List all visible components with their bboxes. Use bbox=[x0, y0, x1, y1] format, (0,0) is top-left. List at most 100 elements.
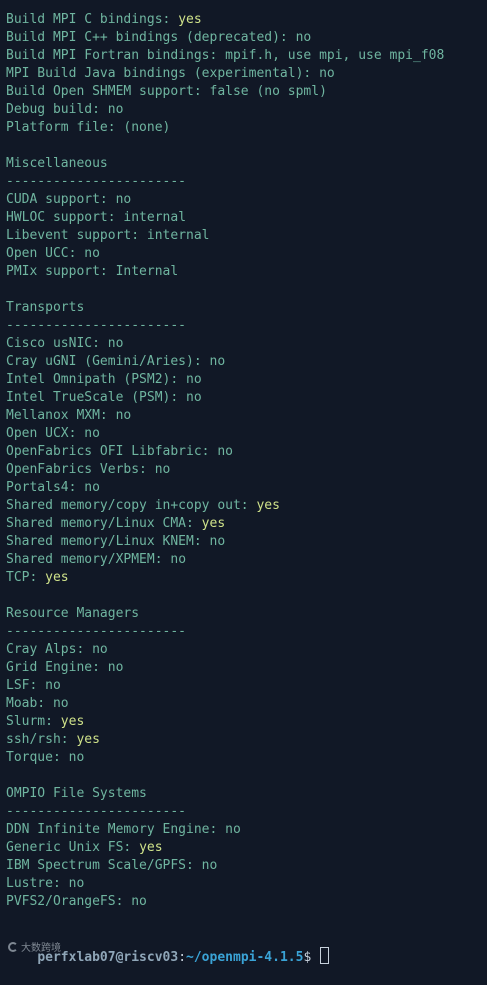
config-label: Mellanox MXM: bbox=[6, 408, 116, 423]
config-label: Build Open SHMEM support: bbox=[6, 84, 210, 99]
config-line: Shared memory/copy in+copy out: yes bbox=[6, 497, 487, 515]
config-label: PVFS2/OrangeFS: bbox=[6, 894, 132, 909]
config-label: MPI Build Java bindings (experimental): bbox=[6, 66, 320, 81]
section-header: Resource Managers bbox=[6, 606, 140, 621]
config-label: Open UCX: bbox=[6, 426, 85, 441]
config-value: internal bbox=[123, 210, 187, 225]
config-line: TCP: yes bbox=[6, 569, 487, 587]
section-divider: ----------------------- bbox=[6, 318, 187, 333]
config-line: Torque: no bbox=[6, 749, 487, 767]
config-line: Debug build: no bbox=[6, 101, 487, 119]
config-value: yes bbox=[76, 732, 100, 747]
config-value: no bbox=[186, 390, 202, 405]
config-line: DDN Infinite Memory Engine: no bbox=[6, 821, 487, 839]
section-divider: ----------------------- bbox=[6, 804, 187, 819]
config-line: Grid Engine: no bbox=[6, 659, 487, 677]
prompt-path: ~/openmpi-4.1.5 bbox=[186, 950, 304, 965]
config-label: Intel Omnipath (PSM2): bbox=[6, 372, 187, 387]
section-header: Transports bbox=[6, 300, 85, 315]
config-line: Cisco usNIC: no bbox=[6, 335, 487, 353]
config-line: Build MPI C++ bindings (deprecated): no bbox=[6, 29, 487, 47]
config-line: Generic Unix FS: yes bbox=[6, 839, 487, 857]
config-line: Intel Omnipath (PSM2): no bbox=[6, 371, 487, 389]
config-line: Moab: no bbox=[6, 695, 487, 713]
config-line: Platform file: (none) bbox=[6, 119, 487, 137]
config-label: DDN Infinite Memory Engine: bbox=[6, 822, 226, 837]
config-value: yes bbox=[201, 516, 226, 531]
config-value: mpif.h, use mpi, use mpi_f08 bbox=[225, 48, 445, 63]
config-line: PMIx support: Internal bbox=[6, 263, 487, 281]
config-value: no bbox=[68, 750, 85, 765]
config-line: Mellanox MXM: no bbox=[6, 407, 487, 425]
config-value: no bbox=[107, 102, 124, 117]
config-line: Slurm: yes bbox=[6, 713, 487, 731]
config-line: Intel TrueScale (PSM): no bbox=[6, 389, 487, 407]
config-label: CUDA support: bbox=[6, 192, 116, 207]
config-value: no bbox=[209, 534, 226, 549]
config-value: no bbox=[170, 552, 187, 567]
config-label: Cisco usNIC: bbox=[6, 336, 108, 351]
config-value: no bbox=[68, 876, 85, 891]
config-label: Debug build: bbox=[6, 102, 108, 117]
section-divider: ----------------------- bbox=[6, 174, 187, 189]
config-label: Cray Alps: bbox=[6, 642, 93, 657]
config-label: Torque: bbox=[6, 750, 69, 765]
config-value: yes bbox=[256, 498, 280, 513]
config-line: PVFS2/OrangeFS: no bbox=[6, 893, 487, 911]
config-value: no bbox=[84, 246, 100, 261]
config-value: no bbox=[115, 192, 132, 207]
config-label: IBM Spectrum Scale/GPFS: bbox=[6, 858, 202, 873]
config-line: CUDA support: no bbox=[6, 191, 487, 209]
section-divider: ----------------------- bbox=[6, 624, 187, 639]
config-label: Shared memory/Linux KNEM: bbox=[6, 534, 210, 549]
config-line: IBM Spectrum Scale/GPFS: no bbox=[6, 857, 487, 875]
config-label: Intel TrueScale (PSM): bbox=[6, 390, 187, 405]
config-label: Grid Engine: bbox=[6, 660, 108, 675]
config-label: OpenFabrics Verbs: bbox=[6, 462, 155, 477]
config-line: Build Open SHMEM support: false (no spml… bbox=[6, 83, 487, 101]
config-label: Build MPI C bindings: bbox=[6, 12, 179, 27]
config-line: Libevent support: internal bbox=[6, 227, 487, 245]
config-label: Moab: bbox=[6, 696, 53, 711]
config-line: MPI Build Java bindings (experimental): … bbox=[6, 65, 487, 83]
text-cursor[interactable] bbox=[320, 947, 330, 964]
config-label: PMIx support: bbox=[6, 264, 116, 279]
config-label: Cray uGNI (Gemini/Aries): bbox=[6, 354, 210, 369]
config-line: Open UCC: no bbox=[6, 245, 487, 263]
config-line: Build MPI C bindings: yes bbox=[6, 11, 487, 29]
config-value: yes bbox=[178, 12, 202, 27]
config-value: no bbox=[131, 894, 147, 909]
config-line: Portals4: no bbox=[6, 479, 487, 497]
terminal-window[interactable]: Build MPI C bindings: yes Build MPI C++ b… bbox=[0, 0, 487, 965]
config-value: no bbox=[217, 444, 233, 459]
config-label: Shared memory/Linux CMA: bbox=[6, 516, 202, 531]
section-header: OMPIO File Systems bbox=[6, 786, 147, 801]
config-value: no bbox=[115, 408, 132, 423]
watermark-logo-icon bbox=[8, 942, 18, 952]
config-value: no bbox=[295, 30, 312, 45]
config-value: no bbox=[92, 642, 108, 657]
shell-prompt[interactable]: perfxlab07@riscv03:~/openmpi-4.1.5$ bbox=[6, 929, 487, 965]
config-label: Build MPI C++ bindings (deprecated): bbox=[6, 30, 296, 45]
config-label: Libevent support: bbox=[6, 228, 147, 243]
config-line: Open UCX: no bbox=[6, 425, 487, 443]
watermark: 大数跨境 bbox=[8, 939, 61, 954]
config-value: no bbox=[107, 660, 124, 675]
config-line: Cray uGNI (Gemini/Aries): no bbox=[6, 353, 487, 371]
config-value: yes bbox=[139, 840, 163, 855]
config-value: no bbox=[154, 462, 171, 477]
config-value: no bbox=[107, 336, 124, 351]
config-label: Lustre: bbox=[6, 876, 69, 891]
config-label: OpenFabrics OFI Libfabric: bbox=[6, 444, 218, 459]
config-value: no bbox=[52, 696, 69, 711]
config-value: internal bbox=[146, 228, 210, 243]
watermark-text: 大数跨境 bbox=[21, 943, 61, 954]
config-line: Lustre: no bbox=[6, 875, 487, 893]
config-label: Shared memory/XPMEM: bbox=[6, 552, 171, 567]
config-value: no bbox=[45, 678, 61, 693]
prompt-symbol: $ bbox=[303, 950, 320, 965]
section-header: Miscellaneous bbox=[6, 156, 108, 171]
